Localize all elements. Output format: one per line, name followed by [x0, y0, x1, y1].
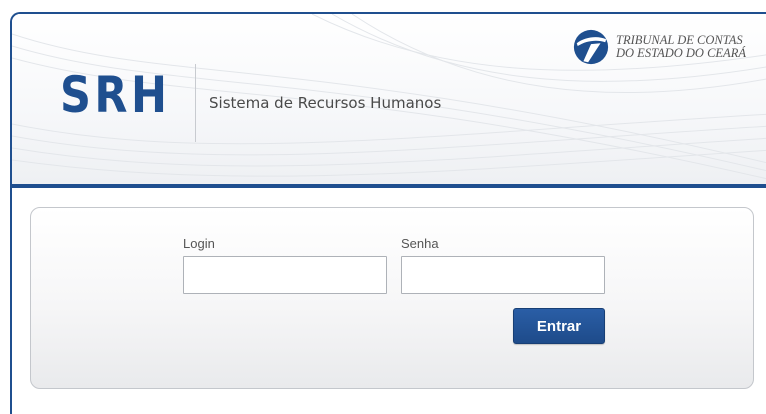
- tce-ceara-logo-icon: [573, 29, 609, 65]
- login-label: Login: [183, 236, 215, 251]
- app-subtitle: Sistema de Recursos Humanos: [209, 94, 442, 112]
- header-divider: [195, 64, 196, 142]
- organization-name: TRIBUNAL DE CONTAS DO ESTADO DO CEARÁ: [616, 34, 746, 60]
- app-brand-logo: SRH: [60, 66, 171, 124]
- header-banner: SRH Sistema de Recursos Humanos TRIBUNAL…: [12, 14, 766, 184]
- login-input[interactable]: [183, 256, 387, 294]
- organization-logo: TRIBUNAL DE CONTAS DO ESTADO DO CEARÁ: [572, 28, 746, 66]
- login-submit-button[interactable]: Entrar: [513, 308, 605, 344]
- password-label: Senha: [401, 236, 439, 251]
- login-panel: Login Senha Entrar: [30, 207, 754, 389]
- password-input[interactable]: [401, 256, 605, 294]
- header-bottom-border: [12, 184, 766, 188]
- organization-name-line2: DO ESTADO DO CEARÁ: [616, 46, 746, 60]
